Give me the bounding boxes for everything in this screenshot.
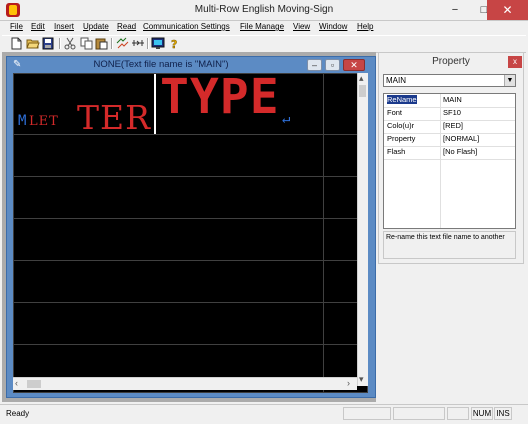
ins-indicator: INS xyxy=(494,407,512,420)
text-type: TYPE xyxy=(160,69,280,125)
menu-edit[interactable]: Edit xyxy=(31,22,45,31)
property-panel-title: Property xyxy=(432,56,470,67)
property-name: Property xyxy=(387,134,416,143)
property-name: Font xyxy=(387,108,403,117)
property-row[interactable]: Flash [No Flash] xyxy=(384,146,515,160)
status-pane xyxy=(343,407,391,420)
menu-view[interactable]: View xyxy=(293,22,310,31)
paste-icon[interactable] xyxy=(95,37,109,50)
sign-editor-canvas[interactable]: M LET TER TYPE ↵ xyxy=(13,73,368,393)
menu-help[interactable]: Help xyxy=(357,22,373,31)
menu-window[interactable]: Window xyxy=(319,22,347,31)
panel-close-button[interactable]: x xyxy=(508,56,522,68)
minimize-button[interactable]: − xyxy=(441,0,469,20)
help-icon[interactable]: ? xyxy=(169,37,183,50)
doc-close-button[interactable]: ✕ xyxy=(343,59,365,71)
text-m: M xyxy=(18,113,28,129)
menu-file-manage[interactable]: File Manage xyxy=(240,22,284,31)
property-value[interactable]: [No Flash] xyxy=(443,147,477,156)
property-name: Colo(u)r xyxy=(387,121,415,130)
property-value[interactable]: MAIN xyxy=(443,95,462,104)
property-name: ReName xyxy=(387,95,417,104)
status-pane xyxy=(447,407,469,420)
property-value[interactable]: SF10 xyxy=(443,108,461,117)
status-text: Ready xyxy=(6,409,30,418)
copy-icon[interactable] xyxy=(80,37,94,50)
property-row[interactable]: Font SF10 xyxy=(384,107,515,121)
menu-communication-settings[interactable]: Communication Settings xyxy=(143,22,230,31)
save-icon[interactable] xyxy=(42,37,56,50)
menu-bar: File Edit Insert Update Read Communication Se… xyxy=(0,21,528,35)
text-let: LET xyxy=(29,114,59,129)
property-name: Flash xyxy=(387,147,406,156)
display-icon[interactable] xyxy=(151,37,165,50)
property-row[interactable]: Colo(u)r [RED] xyxy=(384,120,515,134)
property-row[interactable]: ReName MAIN xyxy=(384,94,515,108)
title-bar: Multi-Row English Moving-Sign − □ ✕ xyxy=(0,0,528,21)
chevron-down-icon[interactable]: ▼ xyxy=(504,75,515,86)
menu-update[interactable]: Update xyxy=(83,22,109,31)
property-value[interactable]: [NORMAL] xyxy=(443,134,479,143)
communication-icon[interactable] xyxy=(116,37,130,50)
close-button[interactable]: ✕ xyxy=(487,0,528,20)
new-file-icon[interactable] xyxy=(10,37,24,50)
property-value[interactable]: [RED] xyxy=(443,121,463,130)
enter-symbol: ↵ xyxy=(282,111,292,127)
property-help-text: Re-name this text file name to another xyxy=(383,231,516,259)
property-grid: ReName MAIN Font SF10 Colo(u)r [RED] Property [… xyxy=(383,93,516,229)
text-cursor xyxy=(154,74,156,134)
file-select[interactable]: MAIN ▼ xyxy=(383,74,516,87)
property-row[interactable]: Property [NORMAL] xyxy=(384,133,515,147)
send-icon[interactable] xyxy=(131,37,145,50)
vertical-scrollbar[interactable]: ▴ ▾ xyxy=(357,73,368,386)
file-select-value: MAIN xyxy=(386,76,406,85)
doc-minimize-button[interactable]: – xyxy=(307,59,322,71)
num-indicator: NUM xyxy=(471,407,493,420)
menu-file[interactable]: File xyxy=(10,22,23,31)
cut-icon[interactable] xyxy=(64,37,78,50)
svg-text:?: ? xyxy=(171,38,177,50)
menu-read[interactable]: Read xyxy=(117,22,136,31)
text-ter: TER xyxy=(77,98,151,137)
toolbar: ? xyxy=(2,35,526,53)
status-bar: Ready NUM INS xyxy=(0,404,528,424)
menu-insert[interactable]: Insert xyxy=(54,22,74,31)
document-window[interactable]: ✎ NONE(Text file name is "MAIN") – ▫ ✕ M… xyxy=(6,56,376,398)
open-folder-icon[interactable] xyxy=(26,37,40,50)
property-panel: Property x MAIN ▼ ReName MAIN Font SF10 Colo… xyxy=(378,52,524,264)
doc-restore-button[interactable]: ▫ xyxy=(325,59,340,71)
status-pane xyxy=(393,407,445,420)
horizontal-scrollbar[interactable]: ‹ › xyxy=(13,377,357,390)
